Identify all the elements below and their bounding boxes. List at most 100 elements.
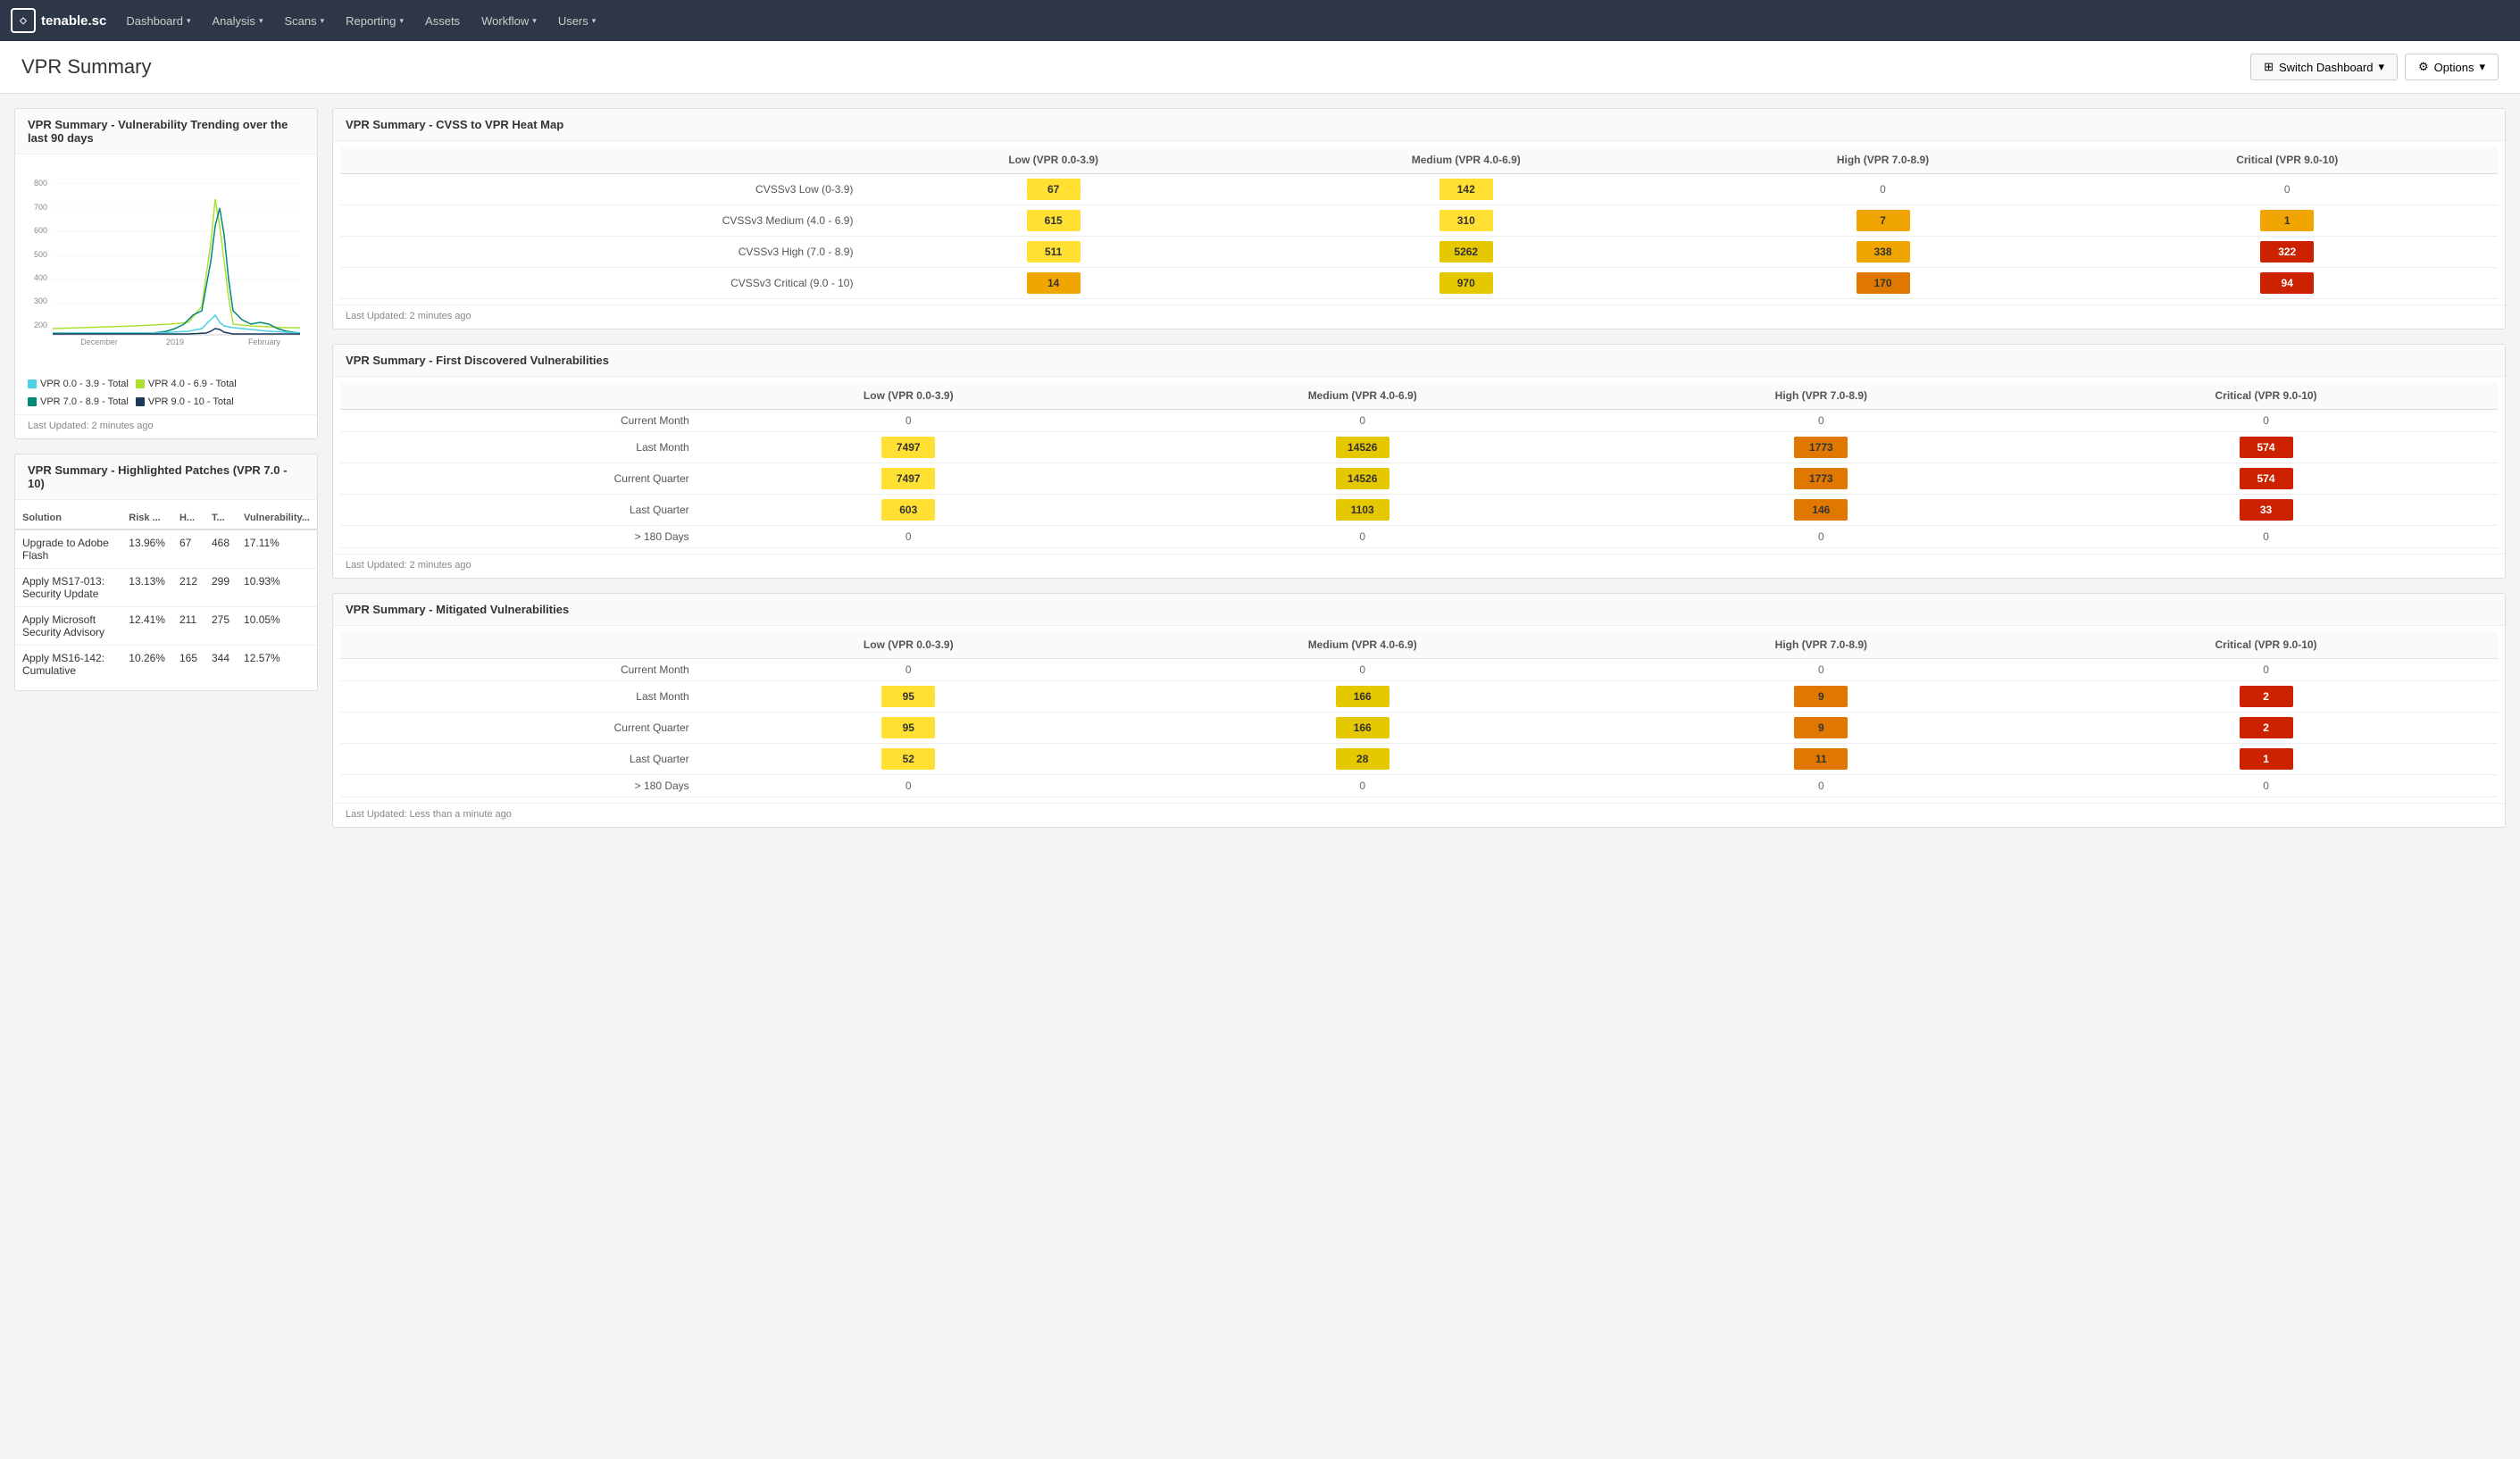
mv-last-updated: Last Updated: Less than a minute ago bbox=[333, 803, 2505, 827]
mitigated-table: Low (VPR 0.0-3.9) Medium (VPR 4.0-6.9) H… bbox=[340, 631, 2498, 797]
left-column: VPR Summary - Vulnerability Trending ove… bbox=[14, 108, 318, 828]
svg-text:600: 600 bbox=[34, 226, 47, 235]
options-button[interactable]: ⚙ Options ▾ bbox=[2405, 54, 2499, 80]
heat-cell: 170 bbox=[1690, 268, 2077, 299]
heat-cell: 1 bbox=[2034, 744, 2498, 775]
brand: ◇ tenable.sc bbox=[11, 8, 106, 33]
heat-cell-zero: 0 bbox=[700, 659, 1117, 681]
heat-cell: 142 bbox=[1243, 174, 1690, 205]
heat-cell: 146 bbox=[1608, 495, 2035, 526]
nav-analysis[interactable]: Analysis ▾ bbox=[204, 11, 272, 31]
heat-cell: 7497 bbox=[700, 432, 1117, 463]
legend-label-low: VPR 0.0 - 3.9 - Total bbox=[40, 379, 129, 389]
heat-cell: 1773 bbox=[1608, 432, 2035, 463]
table-row: CVSSv3 High (7.0 - 8.9)5115262338322 bbox=[340, 237, 2498, 268]
row-label: CVSSv3 Low (0-3.9) bbox=[340, 174, 864, 205]
patch-risk: 10.26% bbox=[121, 646, 172, 684]
legend-dot-high bbox=[28, 397, 37, 406]
heat-cell: 970 bbox=[1243, 268, 1690, 299]
main-content: VPR Summary - Vulnerability Trending ove… bbox=[0, 94, 2520, 842]
trend-last-updated: Last Updated: 2 minutes ago bbox=[15, 414, 317, 438]
nav-reporting[interactable]: Reporting ▾ bbox=[337, 11, 413, 31]
chevron-down-icon: ▾ bbox=[187, 16, 191, 26]
heat-cell: 95 bbox=[700, 681, 1117, 713]
mv-col-med: Medium (VPR 4.0-6.9) bbox=[1117, 631, 1608, 659]
row-label: CVSSv3 Medium (4.0 - 6.9) bbox=[340, 205, 864, 237]
col-t: T... bbox=[204, 507, 237, 529]
heat-cell: 1 bbox=[2076, 205, 2498, 237]
heat-cell: 94 bbox=[2076, 268, 2498, 299]
cvss-table-container: Low (VPR 0.0-3.9) Medium (VPR 4.0-6.9) H… bbox=[333, 141, 2505, 304]
vulnerability-trend-card: VPR Summary - Vulnerability Trending ove… bbox=[14, 108, 318, 439]
highlighted-patches-title: VPR Summary - Highlighted Patches (VPR 7… bbox=[15, 454, 317, 500]
legend-item-low: VPR 0.0 - 3.9 - Total bbox=[28, 379, 129, 389]
heat-cell-zero: 0 bbox=[1117, 775, 1608, 797]
heat-cell: 95 bbox=[700, 713, 1117, 744]
heat-cell: 615 bbox=[864, 205, 1243, 237]
heat-cell: 2 bbox=[2034, 713, 2498, 744]
patch-solution: Apply MS17-013: Security Update bbox=[15, 569, 121, 607]
trend-chart: 800 700 600 500 400 300 200 bbox=[28, 163, 305, 360]
cvss-heatmap-title: VPR Summary - CVSS to VPR Heat Map bbox=[333, 109, 2505, 141]
heat-cell: 322 bbox=[2076, 237, 2498, 268]
patches-table: Solution Risk ... H... T... Vulnerabilit… bbox=[15, 507, 317, 683]
table-row: Apply Microsoft Security Advisory 12.41%… bbox=[15, 607, 317, 646]
page-header: VPR Summary ⊞ Switch Dashboard ▾ ⚙ Optio… bbox=[0, 41, 2520, 94]
patch-h: 67 bbox=[172, 529, 204, 569]
cvss-last-updated: Last Updated: 2 minutes ago bbox=[333, 304, 2505, 329]
table-row: Current Quarter7497145261773574 bbox=[340, 463, 2498, 495]
legend-dot-low bbox=[28, 379, 37, 388]
row-label: Current Month bbox=[340, 410, 700, 432]
table-row: Last Month7497145261773574 bbox=[340, 432, 2498, 463]
svg-text:700: 700 bbox=[34, 203, 47, 212]
heat-cell: 166 bbox=[1117, 681, 1608, 713]
table-row: Last Quarter5228111 bbox=[340, 744, 2498, 775]
svg-text:500: 500 bbox=[34, 250, 47, 259]
table-row: > 180 Days0000 bbox=[340, 526, 2498, 548]
cvss-col-med: Medium (VPR 4.0-6.9) bbox=[1243, 146, 1690, 174]
patch-solution: Apply Microsoft Security Advisory bbox=[15, 607, 121, 646]
heat-cell: 511 bbox=[864, 237, 1243, 268]
mv-row-header bbox=[340, 631, 700, 659]
row-label: Current Quarter bbox=[340, 713, 700, 744]
fd-col-low: Low (VPR 0.0-3.9) bbox=[700, 382, 1117, 410]
patch-vuln: 10.05% bbox=[237, 607, 317, 646]
brand-name: tenable.sc bbox=[41, 13, 106, 29]
patch-risk: 13.96% bbox=[121, 529, 172, 569]
patch-h: 211 bbox=[172, 607, 204, 646]
nav-users[interactable]: Users ▾ bbox=[549, 11, 605, 31]
heat-cell-zero: 0 bbox=[2034, 659, 2498, 681]
patch-solution: Apply MS16-142: Cumulative bbox=[15, 646, 121, 684]
col-solution: Solution bbox=[15, 507, 121, 529]
cvss-col-critical: Critical (VPR 9.0-10) bbox=[2076, 146, 2498, 174]
heat-cell: 574 bbox=[2034, 432, 2498, 463]
vulnerability-trend-title: VPR Summary - Vulnerability Trending ove… bbox=[15, 109, 317, 154]
heat-cell: 2 bbox=[2034, 681, 2498, 713]
row-label: Last Month bbox=[340, 432, 700, 463]
heat-cell: 28 bbox=[1117, 744, 1608, 775]
mv-col-low: Low (VPR 0.0-3.9) bbox=[700, 631, 1117, 659]
heat-cell-zero: 0 bbox=[2034, 775, 2498, 797]
nav-dashboard[interactable]: Dashboard ▾ bbox=[117, 11, 199, 31]
heat-cell: 67 bbox=[864, 174, 1243, 205]
heat-cell-zero: 0 bbox=[2076, 174, 2498, 205]
fd-last-updated: Last Updated: 2 minutes ago bbox=[333, 554, 2505, 578]
first-discovered-card: VPR Summary - First Discovered Vulnerabi… bbox=[332, 344, 2506, 579]
heat-cell-zero: 0 bbox=[1608, 659, 2035, 681]
chevron-down-icon: ▾ bbox=[400, 16, 405, 26]
patch-risk: 13.13% bbox=[121, 569, 172, 607]
table-row: > 180 Days0000 bbox=[340, 775, 2498, 797]
legend-label-high: VPR 7.0 - 8.9 - Total bbox=[40, 396, 129, 407]
nav-workflow[interactable]: Workflow ▾ bbox=[472, 11, 546, 31]
fd-col-high: High (VPR 7.0-8.9) bbox=[1608, 382, 2035, 410]
heat-cell-zero: 0 bbox=[1608, 410, 2035, 432]
heat-cell: 7 bbox=[1690, 205, 2077, 237]
legend-item-critical: VPR 9.0 - 10 - Total bbox=[136, 396, 234, 407]
legend-item-high: VPR 7.0 - 8.9 - Total bbox=[28, 396, 129, 407]
patch-h: 212 bbox=[172, 569, 204, 607]
heat-cell-zero: 0 bbox=[1117, 526, 1608, 548]
switch-dashboard-button[interactable]: ⊞ Switch Dashboard ▾ bbox=[2250, 54, 2398, 80]
nav-scans[interactable]: Scans ▾ bbox=[275, 11, 333, 31]
heat-cell: 338 bbox=[1690, 237, 2077, 268]
nav-assets[interactable]: Assets bbox=[416, 11, 469, 31]
